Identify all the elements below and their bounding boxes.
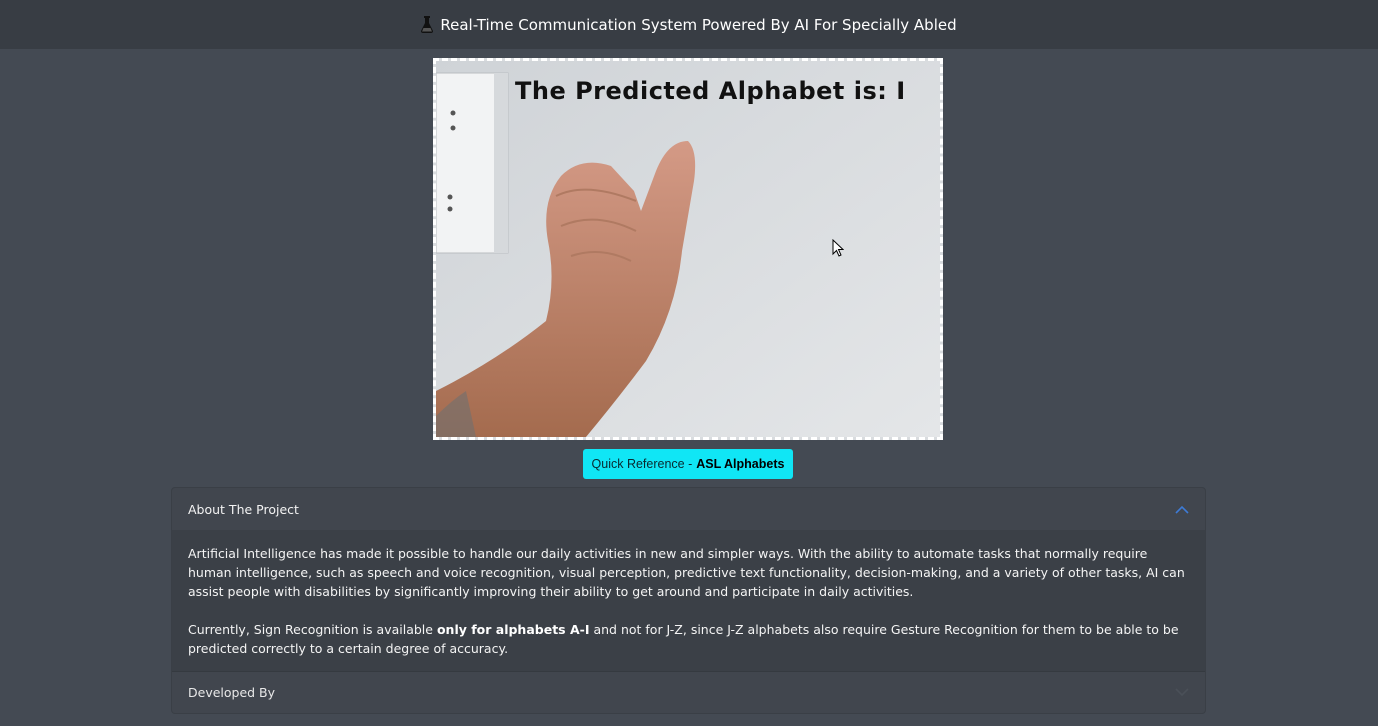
chevron-up-icon[interactable] (1175, 502, 1189, 517)
accordion-title-developed-by: Developed By (188, 685, 276, 700)
flask-icon (421, 16, 434, 33)
info-accordion: About The Project Artificial Intelligenc… (171, 487, 1206, 714)
app-title: Real-Time Communication System Powered B… (440, 15, 957, 34)
webcam-feed: The Predicted Alphabet is: I (433, 58, 943, 440)
accordion-header-developed-by[interactable]: Developed By (172, 671, 1205, 713)
app-header: Real-Time Communication System Powered B… (0, 0, 1378, 49)
webcam-image (436, 61, 940, 437)
chevron-down-icon[interactable] (1175, 685, 1189, 700)
about-paragraph-2-bold: only for alphabets A-I (436, 622, 590, 637)
predicted-alphabet-text: The Predicted Alphabet is: I (515, 77, 906, 105)
accordion-body-about: Artificial Intelligence has made it poss… (172, 530, 1205, 670)
about-paragraph-2: Currently, Sign Recognition is available… (188, 620, 1189, 658)
quick-reference-prefix: Quick Reference - (591, 457, 693, 471)
accordion-header-about[interactable]: About The Project (172, 488, 1205, 530)
about-paragraph-1: Artificial Intelligence has made it poss… (188, 546, 1185, 599)
quick-reference-button[interactable]: Quick Reference - ASL Alphabets (583, 449, 793, 479)
about-paragraph-2-pre: Currently, Sign Recognition is available (188, 622, 437, 637)
mouse-cursor-icon (832, 238, 845, 261)
accordion-title-about: About The Project (188, 501, 299, 517)
quick-reference-bold: ASL Alphabets (696, 457, 785, 471)
